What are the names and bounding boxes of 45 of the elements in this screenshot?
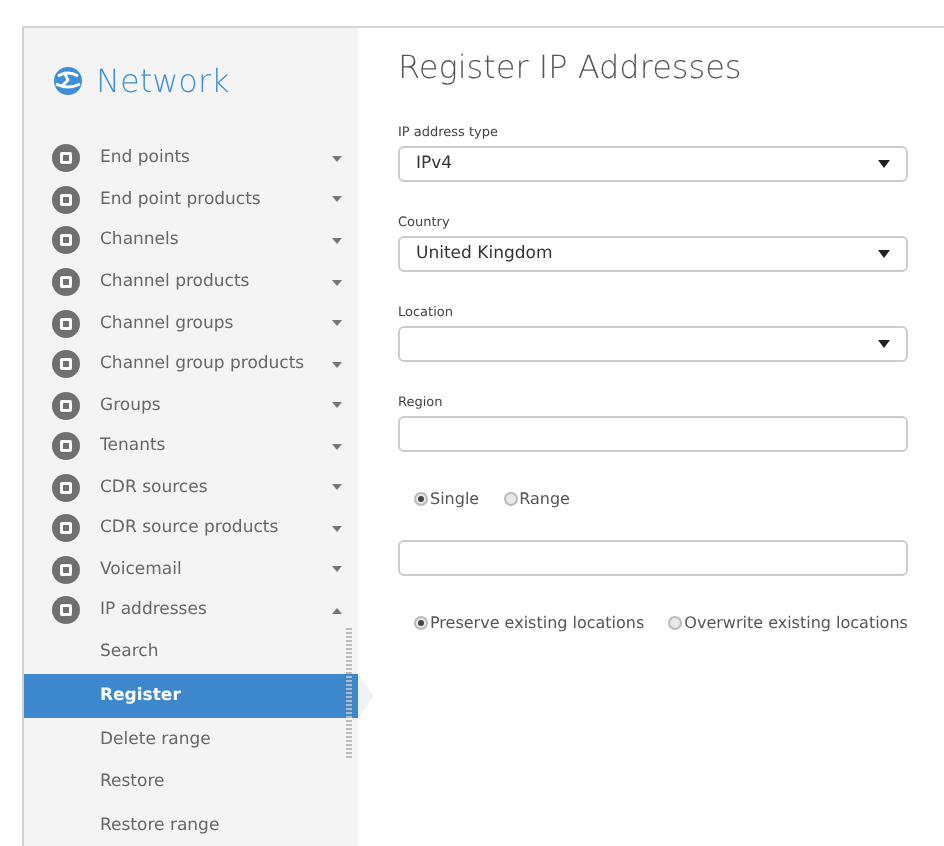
nav-item[interactable]: Channel group products [24,343,358,385]
dropdown-arrow-icon [878,250,890,258]
round-icon [52,144,80,173]
nav-item[interactable]: IP addresses [24,589,358,632]
nav-subitem[interactable]: Restore range [24,804,358,846]
select-field[interactable]: IPv4 [398,146,908,182]
select-field[interactable]: United Kingdom [398,236,908,272]
nav-item[interactable]: Channels [24,220,358,262]
radio-option[interactable]: Range [503,489,570,507]
radio-option[interactable]: Preserve existing locations [414,613,645,631]
nav-subitem[interactable]: Register [24,674,358,718]
input-field[interactable] [398,416,908,452]
nav-item[interactable]: Channel groups [24,302,358,344]
sidebar-title: Network [96,62,230,101]
nav-subitem[interactable]: Restore [24,761,358,805]
round-icon [52,309,80,338]
round-icon [52,514,80,543]
round-icon [52,226,80,255]
round-icon [52,350,80,379]
pointer-arrow [358,674,374,719]
nav-item[interactable]: Tenants [24,425,358,467]
nav-item[interactable]: End point products [24,179,358,221]
radio-option[interactable]: Overwrite existing locations [668,613,908,631]
nav-item[interactable]: Groups [24,384,358,426]
select-field[interactable] [398,326,908,362]
input-field[interactable] [398,540,908,576]
round-icon [52,473,80,502]
nav-item[interactable]: CDR sources [24,466,358,508]
nav-subitem[interactable]: Search [24,631,358,675]
page-title: Register IP Addresses [398,48,744,90]
nav-item[interactable]: Voicemail [24,548,358,590]
dropdown-arrow-icon [878,160,890,168]
round-icon [52,596,80,625]
round-icon [52,391,80,420]
nav-subitem[interactable]: Delete range [24,717,358,762]
radio-option[interactable]: Single [414,489,480,507]
round-icon [52,185,80,214]
dropdown-arrow-icon [878,340,890,348]
round-icon [52,555,80,584]
round-icon [52,268,80,296]
round-icon [52,432,80,461]
nav-item[interactable]: Channel products [24,261,358,303]
nav-item[interactable]: CDR source products [24,507,358,549]
globe-icon [52,66,84,97]
nav-item[interactable]: End points [24,138,358,180]
